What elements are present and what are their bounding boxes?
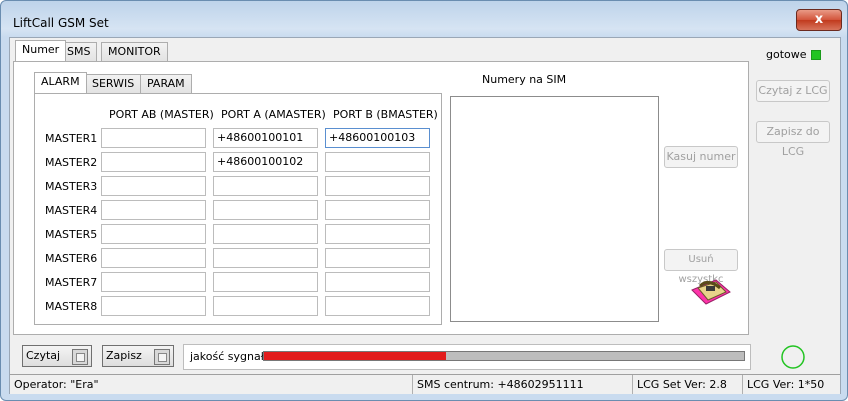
- port-a-field[interactable]: [213, 224, 318, 244]
- save-button-label: Zapisz: [106, 349, 142, 362]
- tab-monitor[interactable]: MONITOR: [101, 42, 168, 61]
- read-button-label: Czytaj: [26, 349, 61, 362]
- ready-indicator-icon: [811, 50, 821, 60]
- save-button[interactable]: Zapisz: [102, 345, 174, 367]
- row-label: MASTER4: [45, 204, 98, 217]
- row-label: MASTER7: [45, 276, 98, 289]
- ready-label: gotowe: [766, 48, 807, 61]
- delete-all-button[interactable]: Usuń wszystkc: [664, 249, 738, 285]
- app-window: LiftCall GSM Set x Numer SMS MONITOR got…: [0, 0, 848, 401]
- subtab-serwis[interactable]: SERWIS: [85, 74, 142, 93]
- row-label: MASTER8: [45, 300, 98, 313]
- save-to-lcg-button[interactable]: Zapisz do LCG: [756, 121, 830, 158]
- port-ab-field[interactable]: [101, 224, 206, 244]
- alarm-panel: PORT AB (MASTER) PORT A (AMASTER) PORT B…: [34, 93, 442, 325]
- read-button[interactable]: Czytaj: [22, 345, 92, 367]
- port-b-field[interactable]: +48600100103: [325, 128, 430, 148]
- column-header-port-b: PORT B (BMASTER): [333, 108, 438, 121]
- close-icon: x: [814, 12, 824, 27]
- port-a-field[interactable]: [213, 272, 318, 292]
- port-b-field[interactable]: [325, 248, 430, 268]
- row-label: MASTER1: [45, 132, 98, 145]
- read-from-lcg-button[interactable]: Czytaj z LCG: [756, 80, 830, 102]
- sim-list-label: Numery na SIM: [482, 73, 567, 86]
- port-b-field[interactable]: [325, 200, 430, 220]
- operator-status: Operator: "Era": [14, 378, 99, 391]
- port-a-field[interactable]: [213, 248, 318, 268]
- tab-panel-numer: ALARM SERWIS PARAM PORT AB (MASTER) PORT…: [13, 61, 749, 335]
- port-ab-field[interactable]: [101, 128, 206, 148]
- column-header-port-a: PORT A (AMASTER): [221, 108, 326, 121]
- set-version-status: LCG Set Ver: 2.8: [632, 375, 742, 394]
- port-a-field[interactable]: [213, 200, 318, 220]
- row-label: MASTER2: [45, 156, 98, 169]
- lcg-version-status: LCG Ver: 1*50: [742, 375, 840, 394]
- tab-numer[interactable]: Numer: [15, 40, 67, 61]
- client-area: Numer SMS MONITOR gotowe ALARM SERWIS PA…: [9, 37, 841, 394]
- connection-status-icon: [781, 345, 805, 369]
- column-header-port-ab: PORT AB (MASTER): [109, 108, 214, 121]
- port-ab-field[interactable]: [101, 152, 206, 172]
- port-ab-field[interactable]: [101, 248, 206, 268]
- signal-quality-label: jakość sygnału: [190, 350, 271, 363]
- phone-icon: [691, 279, 731, 305]
- row-label: MASTER6: [45, 252, 98, 265]
- delete-number-button[interactable]: Kasuj numer: [664, 146, 738, 168]
- signal-quality-fill: [264, 352, 447, 360]
- disk-icon: [72, 349, 88, 365]
- port-a-field[interactable]: [213, 296, 318, 316]
- row-label: MASTER3: [45, 180, 98, 193]
- port-a-field[interactable]: +48600100101: [213, 128, 318, 148]
- close-button[interactable]: x: [796, 9, 842, 31]
- port-ab-field[interactable]: [101, 176, 206, 196]
- port-a-field[interactable]: +48600100102: [213, 152, 318, 172]
- port-ab-field[interactable]: [101, 200, 206, 220]
- port-b-field[interactable]: [325, 296, 430, 316]
- disk-icon: [154, 349, 170, 365]
- port-ab-field[interactable]: [101, 296, 206, 316]
- port-b-field[interactable]: [325, 272, 430, 292]
- port-a-field[interactable]: [213, 176, 318, 196]
- port-b-field[interactable]: [325, 176, 430, 196]
- sms-center-status: SMS centrum: +48602951111: [412, 375, 632, 394]
- port-ab-field[interactable]: [101, 272, 206, 292]
- row-label: MASTER5: [45, 228, 98, 241]
- signal-quality-bar: [263, 351, 745, 361]
- port-b-field[interactable]: [325, 152, 430, 172]
- status-bar: Operator: "Era" SMS centrum: +4860295111…: [10, 374, 840, 394]
- title-bar[interactable]: LiftCall GSM Set x: [1, 1, 847, 37]
- window-title: LiftCall GSM Set: [13, 16, 109, 30]
- subtab-param[interactable]: PARAM: [140, 74, 192, 93]
- port-b-field[interactable]: [325, 224, 430, 244]
- sim-numbers-list[interactable]: [450, 96, 659, 322]
- subtab-alarm[interactable]: ALARM: [34, 72, 87, 93]
